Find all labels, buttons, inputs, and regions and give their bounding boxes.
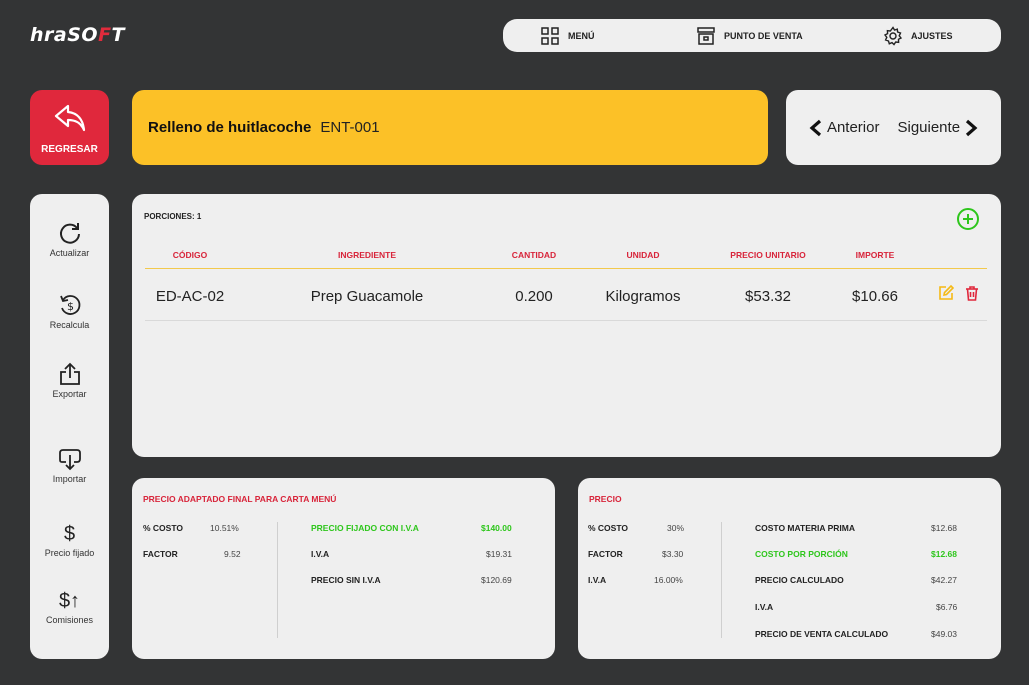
nav-pos-label: PUNTO DE VENTA	[724, 30, 803, 41]
export-button[interactable]: Exportar	[30, 361, 109, 399]
price-cost-pct-label: % COSTO	[588, 523, 628, 533]
final-cost-pct-value: 10.51%	[210, 523, 239, 533]
back-button-label: REGRESAR	[41, 144, 98, 155]
previous-button[interactable]: Anterior	[809, 119, 880, 137]
svg-text:$: $	[67, 300, 74, 313]
price-factor-value: $3.30	[662, 549, 684, 559]
next-label: Siguiente	[897, 119, 961, 136]
import-button[interactable]: Importar	[30, 446, 109, 484]
commissions-button[interactable]: $↑ Comisiones	[30, 589, 109, 625]
price-iva-pct-label: I.V.A	[588, 575, 607, 585]
price-divider	[721, 522, 722, 638]
row-unit-price: $53.32	[745, 288, 791, 305]
final-iva-label: I.V.A	[311, 549, 330, 559]
row-ingredient: Prep Guacamole	[310, 288, 424, 305]
dollar-refresh-icon: $	[59, 295, 80, 315]
sale-price-value: $49.03	[931, 629, 957, 639]
fixed-price-iva-value: $140.00	[481, 523, 512, 533]
ingredients-panel: PORCIONES: 1 CÓDIGO INGREDIENTE CANTIDAD…	[132, 194, 1001, 457]
final-factor-label: FACTOR	[143, 549, 178, 559]
final-price-title: PRECIO ADAPTADO FINAL PARA CARTA MENÚ	[143, 494, 337, 504]
nav-menu[interactable]: MENÚ	[540, 26, 595, 46]
previous-label: Anterior	[826, 119, 880, 136]
final-cost-pct-label: % COSTO	[143, 523, 183, 533]
download-icon	[58, 449, 81, 471]
upload-icon	[59, 362, 80, 385]
price-iva-label: I.V.A	[755, 602, 774, 612]
price-title: PRECIO	[589, 494, 622, 504]
commissions-label: Comisiones	[45, 615, 94, 625]
column-header-quantity: CANTIDAD	[511, 250, 557, 260]
portion-cost-value: $12.68	[931, 549, 957, 559]
nav-point-of-sale[interactable]: PUNTO DE VENTA	[696, 26, 803, 46]
nav-settings[interactable]: AJUSTES	[883, 25, 953, 46]
portion-cost-label: COSTO POR PORCIÓN	[755, 549, 848, 559]
app-logo: hraSOFT	[30, 24, 126, 46]
chevron-right-icon	[965, 119, 978, 136]
price-cost-pct-value: 30%	[667, 523, 685, 533]
import-label: Importar	[52, 474, 87, 484]
price-no-iva-label: PRECIO SIN I.V.A	[311, 575, 381, 585]
refresh-icon	[59, 223, 80, 244]
recalculate-label: Recalcula	[49, 320, 90, 330]
portions-label: PORCIONES: 1	[144, 212, 202, 221]
fixed-price-iva-label: PRECIO FIJADO CON I.V.A	[311, 523, 419, 533]
nav-menu-label: MENÚ	[568, 30, 595, 41]
nav-settings-label: AJUSTES	[911, 30, 953, 41]
sale-price-label: PRECIO DE VENTA CALCULADO	[755, 629, 889, 639]
column-header-unit-price: PRECIO UNITARIO	[730, 250, 806, 260]
header-divider	[145, 268, 987, 269]
final-factor-value: 9.52	[224, 549, 241, 559]
grid-icon	[541, 26, 559, 45]
next-button[interactable]: Siguiente	[897, 119, 978, 137]
raw-cost-value: $12.68	[931, 523, 957, 533]
dollar-icon: $	[63, 523, 76, 545]
recipe-name: Relleno de huitlacoche	[148, 119, 312, 136]
top-navigation: MENÚ PUNTO DE VENTA AJUSTES	[503, 19, 1001, 52]
fixed-price-button[interactable]: $ Precio fijado	[30, 522, 109, 558]
dollar-up-icon: $↑	[58, 590, 81, 612]
chevron-left-icon	[809, 119, 822, 136]
price-card: PRECIO % COSTO 30% FACTOR $3.30 I.V.A 16…	[578, 478, 1001, 659]
add-circle-icon[interactable]	[956, 207, 980, 231]
recipe-title-bar: Relleno de huitlacoche ENT-001	[132, 90, 768, 165]
raw-cost-label: COSTO MATERIA PRIMA	[755, 523, 855, 533]
recalculate-button[interactable]: $ Recalcula	[30, 292, 109, 330]
fixed-price-label: Precio fijado	[44, 548, 95, 558]
undo-arrow-icon	[54, 104, 85, 132]
action-sidebar: Actualizar $ Recalcula Exportar Importar…	[30, 194, 109, 659]
final-iva-value: $19.31	[486, 549, 512, 559]
row-divider	[145, 320, 987, 321]
export-label: Exportar	[52, 389, 87, 399]
gear-icon	[883, 25, 903, 46]
calc-price-value: $42.27	[931, 575, 957, 585]
column-header-ingredient: INGREDIENTE	[337, 250, 397, 260]
column-header-unit: UNIDAD	[626, 250, 660, 260]
row-quantity: 0.200	[515, 288, 553, 305]
price-iva-pct-value: 16.00%	[654, 575, 683, 585]
edit-icon[interactable]	[938, 285, 954, 301]
record-pager: Anterior Siguiente	[786, 90, 1001, 165]
price-no-iva-value: $120.69	[481, 575, 512, 585]
final-price-card: PRECIO ADAPTADO FINAL PARA CARTA MENÚ % …	[132, 478, 555, 659]
row-code: ED-AC-02	[155, 288, 225, 305]
price-factor-label: FACTOR	[588, 549, 623, 559]
delete-icon[interactable]	[964, 285, 980, 301]
column-header-amount: IMPORTE	[855, 250, 895, 260]
refresh-label: Actualizar	[49, 248, 90, 258]
row-amount: $10.66	[852, 288, 898, 305]
cash-register-icon	[697, 26, 715, 45]
final-divider	[277, 522, 278, 638]
row-unit: Kilogramos	[605, 288, 681, 305]
refresh-button[interactable]: Actualizar	[30, 220, 109, 258]
price-iva-value: $6.76	[936, 602, 958, 612]
back-button[interactable]: REGRESAR	[30, 90, 109, 165]
calc-price-label: PRECIO CALCULADO	[755, 575, 844, 585]
column-header-code: CÓDIGO	[172, 250, 208, 260]
recipe-code: ENT-001	[320, 119, 380, 136]
